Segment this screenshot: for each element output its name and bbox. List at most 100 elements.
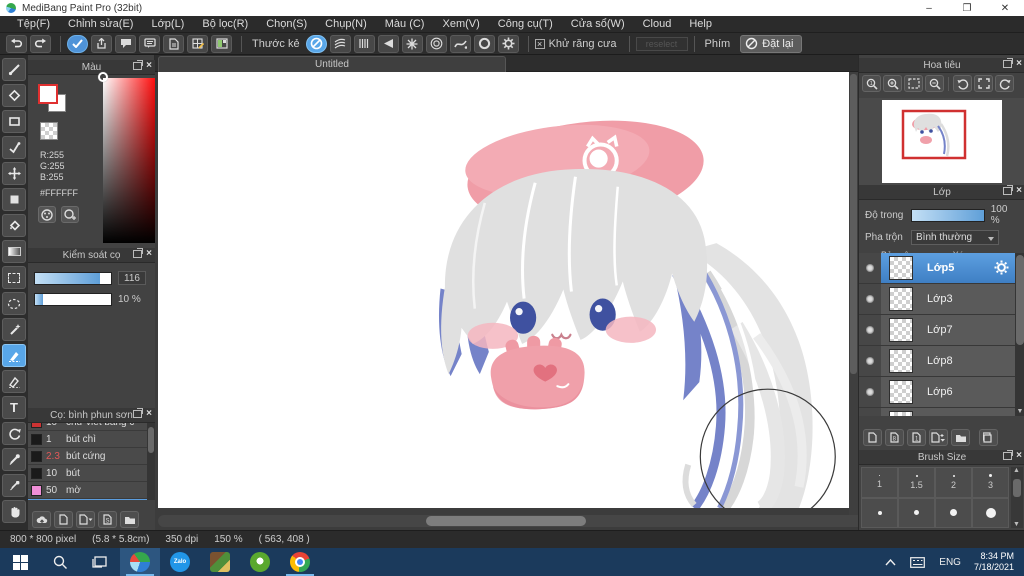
brush-item[interactable]: 10 chữ viết bằng c	[28, 423, 147, 431]
taskbar-medibang[interactable]	[120, 548, 160, 576]
layer-folder-button[interactable]	[951, 429, 970, 446]
brush-new-dropdown-button[interactable]	[76, 511, 95, 528]
ruler-grid-button[interactable]	[353, 34, 375, 53]
layer-visibility-toggle[interactable]	[859, 408, 881, 416]
reset-view-button[interactable]	[974, 75, 993, 92]
brush-opacity-slider[interactable]	[34, 293, 112, 306]
zoom-in-button[interactable]	[883, 75, 902, 92]
add-layer-button[interactable]	[863, 429, 882, 446]
tray-chevron[interactable]	[878, 548, 903, 576]
brush-item-selected[interactable]: 116 bình phun sơn	[28, 499, 147, 500]
brush-size-option[interactable]	[935, 497, 972, 528]
layer-item[interactable]: Lớp8	[859, 346, 1015, 376]
add-1bit-layer-button[interactable]: 1	[907, 429, 926, 446]
rotate-view-tool[interactable]	[2, 422, 26, 445]
lasso-tool[interactable]	[2, 292, 26, 315]
menu-tools[interactable]: Công cụ(T)	[489, 18, 562, 30]
start-button[interactable]	[0, 548, 40, 576]
blend-mode-dropdown[interactable]: Bình thường	[911, 230, 999, 245]
brush-list-scrollbar[interactable]	[147, 423, 155, 500]
canvas-vertical-scrollbar[interactable]	[849, 72, 858, 515]
rotate-right-button[interactable]	[995, 75, 1014, 92]
palette-add-button[interactable]	[61, 206, 79, 223]
close-icon[interactable]: ×	[1016, 451, 1022, 461]
close-icon[interactable]: ×	[1016, 186, 1022, 196]
layer-settings-gear-icon[interactable]	[994, 260, 1009, 275]
saturation-value-picker[interactable]	[103, 78, 158, 243]
restore-button[interactable]: ❐	[948, 0, 986, 16]
document-button[interactable]	[163, 34, 184, 53]
menu-color[interactable]: Màu (C)	[376, 18, 434, 30]
ruler-concentric-button[interactable]	[425, 34, 447, 53]
menu-file[interactable]: Tệp(F)	[8, 18, 59, 30]
brush-item[interactable]: 50 mờ	[28, 482, 147, 499]
hand-tool[interactable]	[2, 500, 26, 523]
layer-item[interactable]: Lớp7	[859, 315, 1015, 345]
search-button[interactable]	[40, 548, 80, 576]
move-tool[interactable]	[2, 162, 26, 185]
brush-size-option[interactable]: 1	[861, 467, 898, 498]
taskbar-clock[interactable]: 8:34 PM 7/18/2021	[968, 551, 1024, 573]
brush-cloud-button[interactable]	[32, 511, 51, 528]
close-button[interactable]: ✕	[986, 0, 1024, 16]
ruler-cross-button[interactable]	[401, 34, 423, 53]
ruler-parallel-button[interactable]	[329, 34, 351, 53]
popout-icon[interactable]	[1003, 185, 1014, 195]
brush-size-option[interactable]: 1.5	[898, 467, 935, 498]
close-icon[interactable]: ×	[146, 61, 152, 71]
brush-size-option[interactable]	[898, 497, 935, 528]
brush-size-option[interactable]: 3	[972, 467, 1009, 498]
add-special-layer-button[interactable]	[929, 429, 948, 446]
palette-button[interactable]	[38, 206, 56, 223]
navigator-preview[interactable]	[859, 98, 1024, 185]
brush-size-option[interactable]	[972, 497, 1009, 528]
sv-picker-handle[interactable]	[98, 72, 108, 82]
brush-item[interactable]: 1 bút chì	[28, 431, 147, 448]
duplicate-layer-button[interactable]	[979, 429, 998, 446]
layout-button[interactable]	[211, 34, 232, 53]
menu-window[interactable]: Cửa sổ(W)	[562, 18, 634, 30]
undo-button[interactable]	[6, 34, 27, 53]
fit-screen-button[interactable]	[904, 75, 923, 92]
menu-capture[interactable]: Chụp(N)	[316, 18, 376, 30]
layer-item[interactable]: Lớp6	[859, 377, 1015, 407]
brush-size-value[interactable]: 116	[118, 271, 146, 285]
select-eraser-tool[interactable]	[2, 370, 26, 393]
layer-visibility-toggle[interactable]	[859, 346, 881, 376]
popout-icon[interactable]	[1003, 450, 1014, 460]
shape-tool[interactable]	[2, 110, 26, 133]
scroll-down-icon[interactable]: ▼	[1013, 521, 1020, 528]
popout-icon[interactable]	[133, 408, 144, 418]
close-icon[interactable]: ×	[146, 409, 152, 419]
minimize-button[interactable]: –	[910, 0, 948, 16]
chat-button[interactable]	[139, 34, 160, 53]
add-8bit-layer-button[interactable]: 8	[885, 429, 904, 446]
eraser-tool[interactable]	[2, 84, 26, 107]
menu-help[interactable]: Help	[680, 18, 721, 30]
layer-visibility-toggle[interactable]	[859, 253, 881, 283]
menu-layer[interactable]: Lớp(L)	[142, 18, 193, 30]
ruler-ellipse-button[interactable]	[473, 34, 495, 53]
close-icon[interactable]: ×	[146, 249, 152, 259]
redo-button[interactable]	[30, 34, 51, 53]
export-button[interactable]	[91, 34, 112, 53]
grid-settings-button[interactable]	[187, 34, 208, 53]
eyedropper-tool[interactable]	[2, 448, 26, 471]
layer-opacity-slider[interactable]	[910, 208, 985, 222]
brush-script-button[interactable]: S	[98, 511, 117, 528]
layer-visibility-toggle[interactable]	[859, 377, 881, 407]
curve-tool[interactable]	[2, 136, 26, 159]
magic-wand-tool[interactable]	[2, 318, 26, 341]
div-tool[interactable]	[2, 474, 26, 497]
select-pen-tool[interactable]	[2, 344, 26, 367]
taskbar-zalo[interactable]: Zalo	[160, 548, 200, 576]
tray-input-indicator[interactable]	[903, 548, 932, 576]
ruler-settings-button[interactable]	[497, 34, 519, 53]
task-view-button[interactable]	[80, 548, 120, 576]
taskbar-chrome[interactable]	[280, 548, 320, 576]
brush-item[interactable]: 10 bút	[28, 465, 147, 482]
zoom-100-button[interactable]: 1	[862, 75, 881, 92]
popout-icon[interactable]	[133, 248, 144, 258]
cloud-save-button[interactable]	[67, 34, 88, 53]
brush-size-option[interactable]: 2	[935, 467, 972, 498]
